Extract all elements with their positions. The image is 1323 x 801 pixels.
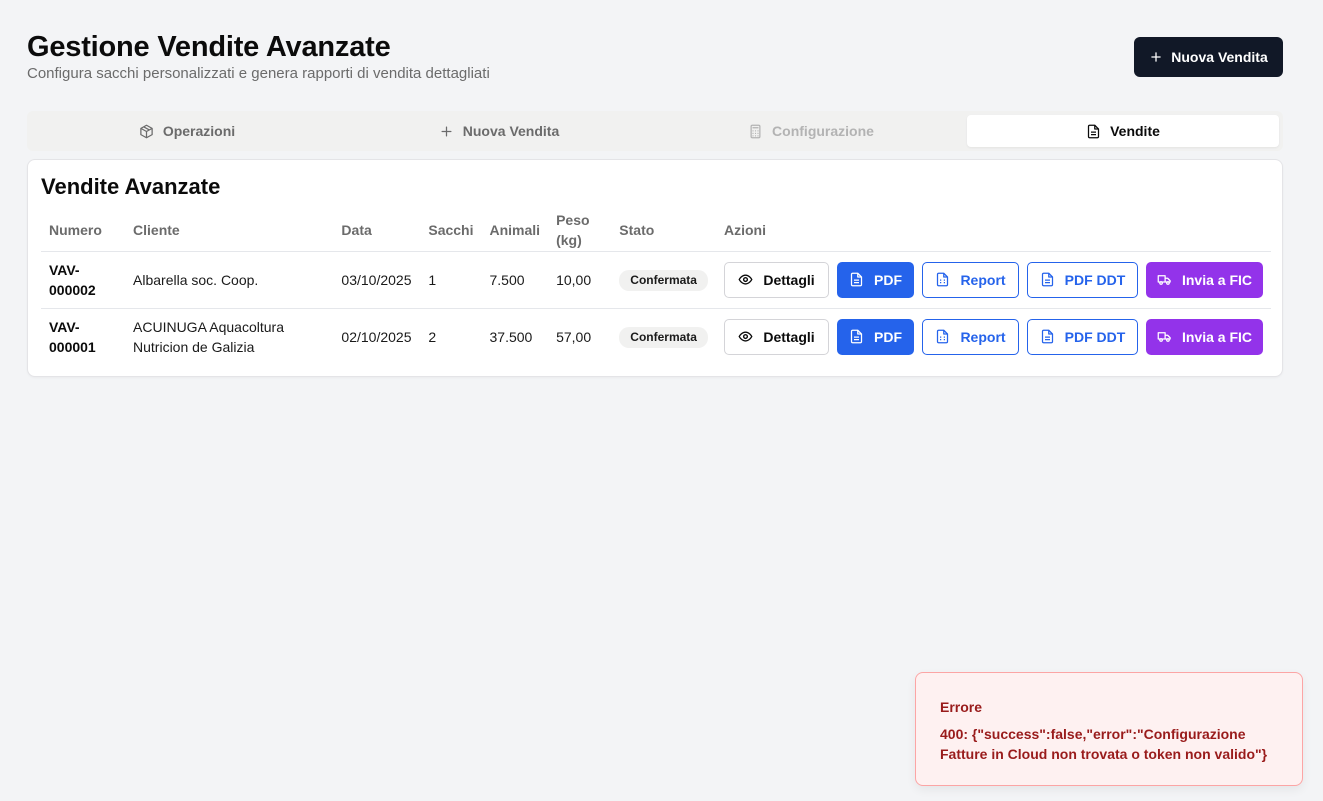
cell-azioni: Dettagli PDF Report PDF DDT Invia a FIC [716,251,1271,308]
pdf-button[interactable]: PDF [837,261,914,298]
report-label: Report [960,271,1006,288]
sales-table: Numero Cliente Data Sacchi Animali Peso … [41,210,1271,365]
cell-animali: 37.500 [481,307,549,365]
table-row: VAV-000002 Albarella soc. Coop. 03/10/20… [41,251,1271,308]
calculator-icon [750,124,761,138]
row-actions: Dettagli PDF Report PDF DDT Invia a FIC [724,318,1263,355]
cell-animali: 7.500 [489,271,525,288]
pdf-ddt-button[interactable]: PDF DDT [1027,318,1138,355]
eye-icon [738,274,753,285]
report-label: Report [960,328,1006,345]
new-sale-button[interactable]: Nuova Vendita [1134,37,1283,77]
column-header-data[interactable]: Data [333,210,421,252]
column-header-animali[interactable]: Animali [481,210,549,252]
pdf-ddt-button[interactable]: PDF DDT [1027,261,1138,298]
details-button[interactable]: Dettagli [724,261,829,298]
plus-icon [1151,52,1161,62]
pdf-button[interactable]: PDF [837,318,914,355]
tab-label: Vendite [1110,123,1160,139]
send-fic-label: Invia a FIC [1181,328,1253,345]
cell-peso: 57,00 [548,307,612,365]
details-label: Dettagli [763,328,815,345]
tabs: Operazioni Nuova Vendita Configurazione … [27,111,1283,151]
tab-label: Nuova Vendita [462,123,560,139]
column-header-azioni: Azioni [716,210,1271,252]
send-fic-button[interactable]: Invia a FIC [1146,261,1263,298]
column-header-sacchi[interactable]: Sacchi [420,210,482,252]
cell-sacchi: 2 [420,307,482,365]
truck-icon [1157,332,1171,343]
spreadsheet-icon [937,272,949,287]
tab-nuova-vendita[interactable]: Nuova Vendita [343,115,655,147]
document-icon [1041,329,1053,344]
cell-peso: 10,00 [556,271,592,288]
page-title: Gestione Vendite Avanzate [27,31,391,63]
details-button[interactable]: Dettagli [724,318,829,355]
toast-title: Errore [940,699,983,715]
pdf-label: PDF [874,271,902,288]
pdf-label: PDF [874,328,902,345]
cell-sacchi: 1 [428,271,437,288]
tab-vendite[interactable]: Vendite [967,115,1279,147]
toast-message: 400: {"success":false,"error":"Configura… [940,726,1268,762]
status-badge: Confermata [619,326,708,348]
truck-icon [1157,275,1171,285]
cell-data: 03/10/2025 [341,271,412,288]
tab-label: Operazioni [162,123,236,139]
column-header-stato[interactable]: Stato [611,210,716,252]
document-icon [850,272,863,287]
cell-cliente: Albarella soc. Coop. [133,271,259,288]
cell-stato: Confermata [611,307,716,365]
eye-icon [738,331,753,342]
pdf-ddt-label: PDF DDT [1064,271,1126,288]
report-button[interactable]: Report [922,318,1019,355]
spreadsheet-icon [937,329,949,344]
details-label: Dettagli [763,271,815,288]
column-header-peso[interactable]: Peso (kg) [548,210,612,252]
column-header-cliente[interactable]: Cliente [125,210,334,252]
tab-configurazione[interactable]: Configurazione [655,115,967,147]
document-icon [850,329,863,344]
tab-label: Configurazione [772,123,874,139]
table-row: VAV-000001 ACUINUGA Aquacoltura Nutricio… [41,307,1271,365]
plus-icon [441,126,452,136]
document-icon [1041,272,1053,287]
send-fic-label: Invia a FIC [1181,271,1253,288]
cell-cliente: ACUINUGA Aquacoltura Nutricion de Galizi… [125,307,334,365]
column-header-numero[interactable]: Numero [41,210,126,252]
error-toast[interactable]: Errore 400: {"success":false,"error":"Co… [915,672,1303,786]
cell-numero: VAV-000002 [49,261,96,298]
page-subtitle: Configura sacchi personalizzati e genera… [27,65,490,82]
cell-stato: Confermata [611,251,716,308]
package-icon [140,124,153,138]
document-icon [1087,124,1100,138]
sales-card: Vendite Avanzate Numero Cliente Data Sac… [27,159,1283,377]
pdf-ddt-label: PDF DDT [1064,328,1126,345]
new-sale-button-label: Nuova Vendita [1171,49,1268,65]
cell-data: 02/10/2025 [333,307,421,365]
report-button[interactable]: Report [922,261,1019,298]
cell-azioni: Dettagli PDF Report PDF DDT Invia a FIC [716,307,1271,365]
tab-operazioni[interactable]: Operazioni [31,115,343,147]
row-actions: Dettagli PDF Report PDF DDT Invia a FIC [724,261,1263,298]
status-badge: Confermata [619,269,708,291]
card-title: Vendite Avanzate [41,174,221,199]
cell-numero: VAV-000001 [41,307,126,365]
page-header: Gestione Vendite Avanzate Configura sacc… [27,30,490,82]
table-header-row: Numero Cliente Data Sacchi Animali Peso … [41,210,1271,252]
send-fic-button[interactable]: Invia a FIC [1146,318,1263,355]
